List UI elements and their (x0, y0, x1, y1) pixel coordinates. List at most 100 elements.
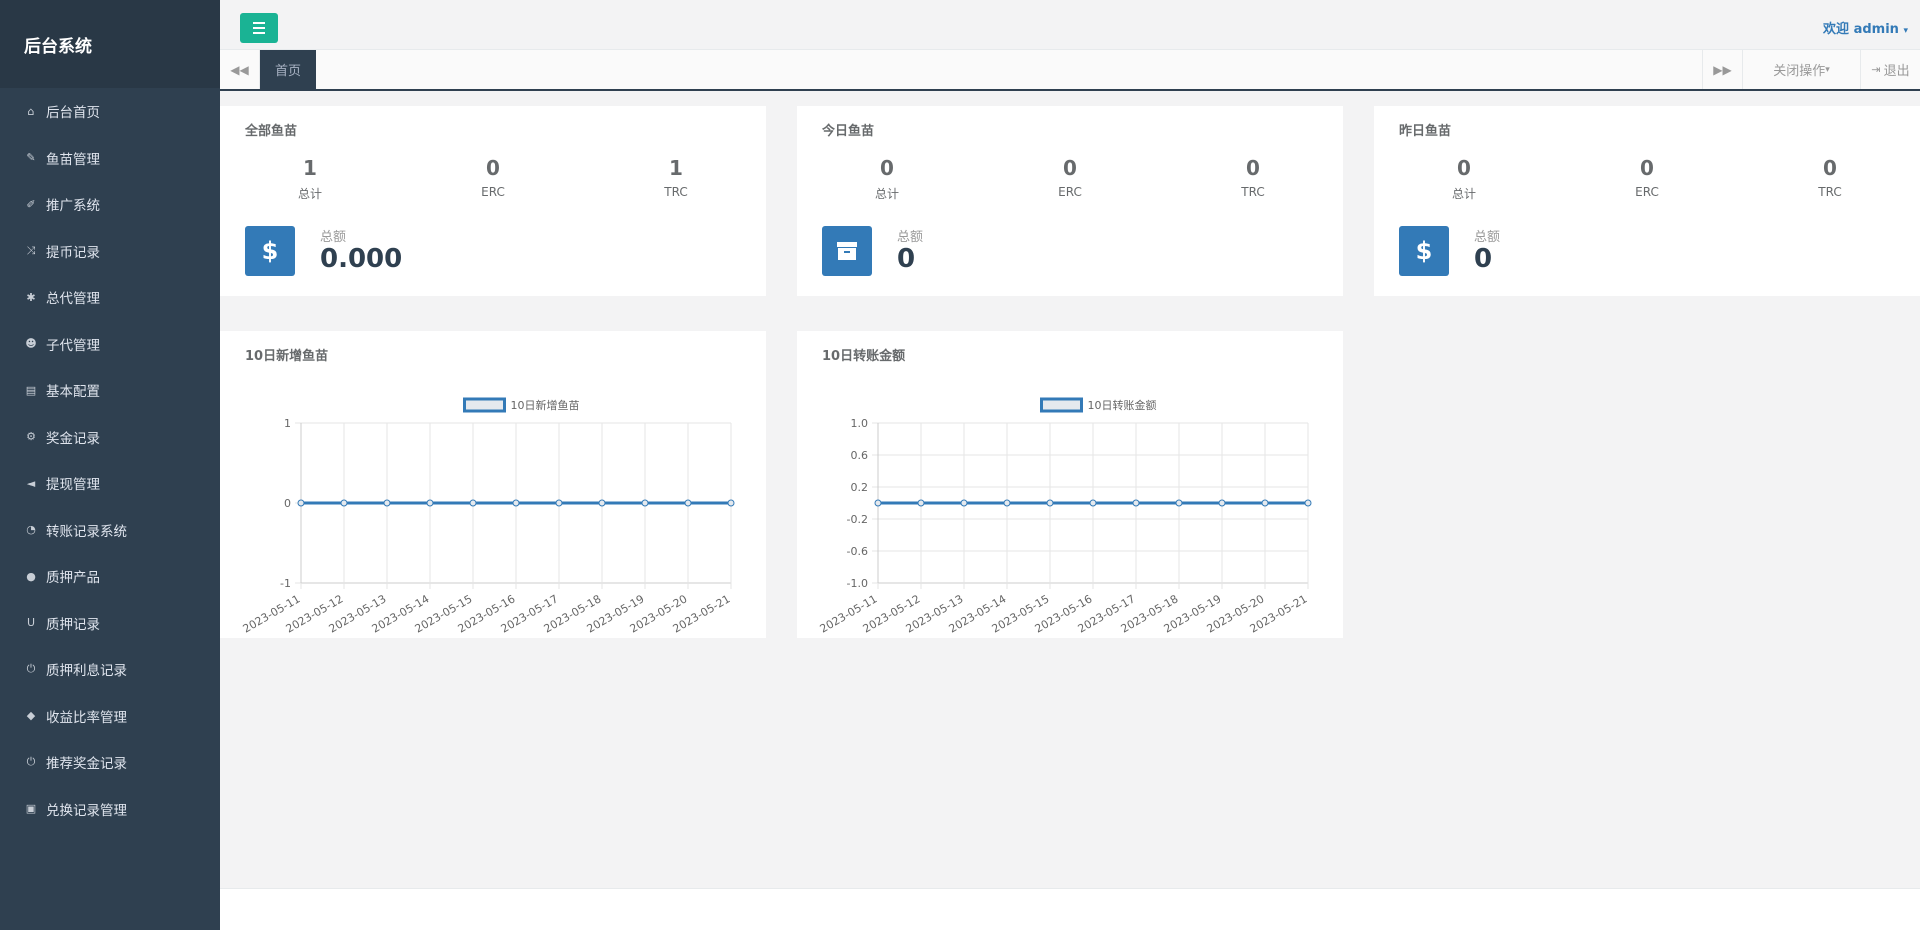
stat-label: TRC (1241, 185, 1265, 199)
backward-icon: ◀◀ (230, 62, 249, 77)
sidebar-item-label: 兑换记录管理 (46, 802, 127, 819)
users-icon: ☻ (25, 337, 37, 350)
sidebar-item-10[interactable]: ● 质押产品 (0, 553, 220, 599)
data-point (1046, 499, 1054, 507)
data-point (874, 499, 882, 507)
sidebar-item-label: 收益比率管理 (46, 709, 127, 726)
sidebar: 后台系统 ⌂ 后台首页 ✎ 鱼苗管理 ✐ 推广系统 ⤨ 提币记录 ✱ 总代管理 ☻ 子代管理 ▤ 基本配置… (0, 0, 220, 930)
sidebar-item-label: 推荐奖金记录 (46, 756, 127, 772)
sidebar-item-label: 质押利息记录 (46, 663, 127, 679)
random-icon: ⤨ (26, 243, 36, 257)
stat-value: 0 (1640, 156, 1654, 180)
tab-home[interactable]: 首页 (260, 50, 316, 89)
stat-label: 总计 (1451, 187, 1476, 201)
close-operations-label: 关闭操作 (1773, 64, 1826, 79)
dollar-icon: $ (1399, 226, 1449, 276)
card-title: 全部鱼苗 (245, 124, 298, 139)
save-icon: ▣ (25, 802, 37, 815)
new-fish-line-chart: 10日新增鱼苗10-12023-05-112023-05-122023-05-1… (241, 397, 735, 636)
sidebar-item-label: 奖金记录 (46, 430, 100, 447)
tab-scroll-right-button[interactable]: ▶▶ (1702, 50, 1742, 89)
tab-scroll-left-button[interactable]: ◀◀ (220, 50, 260, 89)
sidebar-toggle-button[interactable] (240, 13, 278, 43)
y-tick-label: 1 (284, 417, 291, 430)
comment-icon: ● (26, 569, 36, 583)
sidebar-item-label: 子代管理 (46, 337, 100, 354)
transfer-amount-line-chart: 10日转账金额1.00.60.2-0.2-0.6-1.02023-05-1120… (818, 397, 1312, 636)
sidebar-item-13[interactable]: ◆ 收益比率管理 (0, 693, 220, 739)
amount-value: 0 (897, 244, 916, 274)
stat-card: 今日鱼苗 0 总计 0 ERC 0 TRC 总额 0 (797, 106, 1343, 296)
stat-value: 1 (669, 156, 683, 180)
stat-trc: 1 TRC (616, 156, 736, 199)
sidebar-item-2[interactable]: ✐ 推广系统 (0, 181, 220, 227)
data-point (340, 499, 348, 507)
edit-icon: ✐ (26, 197, 36, 211)
sidebar-item-8[interactable]: ◄ 提现管理 (0, 460, 220, 506)
stat-value: 0 (1063, 156, 1077, 180)
card-title: 昨日鱼苗 (1399, 124, 1452, 139)
stat-label: ERC (1635, 185, 1659, 199)
data-point (684, 499, 692, 507)
close-operations-dropdown[interactable]: 关闭操作 ▾ (1742, 50, 1860, 89)
sidebar-item-0[interactable]: ⌂ 后台首页 (0, 88, 220, 134)
stat-label: TRC (664, 185, 688, 199)
logout-button[interactable]: ⇥ 退出 (1860, 50, 1920, 89)
tab-home-label: 首页 (274, 64, 301, 79)
amount-label: 总额 (897, 230, 924, 245)
legend-swatch (463, 397, 506, 413)
sidebar-item-3[interactable]: ⤨ 提币记录 (0, 228, 220, 274)
sidebar-item-label: 转账记录系统 (46, 523, 127, 540)
card-title: 今日鱼苗 (822, 124, 875, 139)
sidebar-item-14[interactable]: ⏻ 推荐奖金记录 (0, 739, 220, 785)
sidebar-item-12[interactable]: ⏻ 质押利息记录 (0, 646, 220, 692)
chart-legend: 10日新增鱼苗 (463, 397, 580, 413)
stat-label: 总计 (874, 187, 899, 201)
stat-label: TRC (1818, 185, 1842, 199)
magnet-icon: U (26, 616, 36, 629)
data-point (297, 499, 305, 507)
footer (220, 889, 1920, 930)
username: admin (1853, 22, 1899, 37)
legend-label: 10日转账金额 (1088, 398, 1157, 412)
data-point (383, 499, 391, 507)
sidebar-item-label: 后台首页 (46, 105, 100, 121)
user-menu[interactable]: 欢迎 admin ▾ (1823, 18, 1908, 37)
stat-label: ERC (1058, 185, 1082, 199)
app-title: 后台系统 (24, 36, 92, 57)
stat-erc: 0 ERC (1010, 156, 1130, 199)
stat-total: 0 总计 (1404, 156, 1524, 202)
stat-value: 0 (1246, 156, 1260, 180)
data-point (469, 499, 477, 507)
dashboard-icon: ◔ (26, 523, 36, 536)
tab-bar: ◀◀ 首页 ▶▶ 关闭操作 ▾ ⇥ 退出 (220, 50, 1920, 91)
sidebar-item-6[interactable]: ▤ 基本配置 (0, 367, 220, 413)
stat-value: 0 (486, 156, 500, 180)
archive-shape (837, 242, 857, 260)
y-tick-label: 1.0 (851, 417, 869, 430)
legend-label: 10日新增鱼苗 (511, 398, 580, 412)
cogs-icon: ⚙ (26, 430, 36, 443)
sidebar-item-15[interactable]: ▣ 兑换记录管理 (0, 786, 220, 832)
y-tick-label: 0.6 (851, 449, 869, 462)
power-icon: ⏻ (26, 755, 36, 768)
sidebar-item-label: 质押产品 (46, 570, 100, 586)
sidebar-item-label: 基本配置 (46, 384, 100, 400)
sidebar-item-7[interactable]: ⚙ 奖金记录 (0, 414, 220, 460)
stat-erc: 0 ERC (433, 156, 553, 199)
file-icon: ▤ (25, 383, 37, 397)
sidebar-item-label: 总代管理 (46, 291, 100, 307)
home-icon: ⌂ (27, 104, 35, 118)
sidebar-item-1[interactable]: ✎ 鱼苗管理 (0, 135, 220, 181)
sidebar-item-11[interactable]: U 质押记录 (0, 600, 220, 646)
y-tick-label: 0.2 (851, 481, 869, 494)
data-point (1003, 499, 1011, 507)
sidebar-header: 后台系统 (0, 0, 220, 88)
sidebar-item-5[interactable]: ☻ 子代管理 (0, 321, 220, 367)
chart-card-transfer-amount: 10日转账金额 10日转账金额 1.0 0.6 0.2 -0.2 -0.6 -1.0 2023… (797, 331, 1343, 638)
welcome-text: 欢迎 (1823, 22, 1850, 37)
sidebar-item-label: 推广系统 (46, 198, 100, 214)
sidebar-item-4[interactable]: ✱ 总代管理 (0, 274, 220, 320)
sidebar-item-9[interactable]: ◔ 转账记录系统 (0, 507, 220, 553)
stat-trc: 0 TRC (1193, 156, 1313, 199)
